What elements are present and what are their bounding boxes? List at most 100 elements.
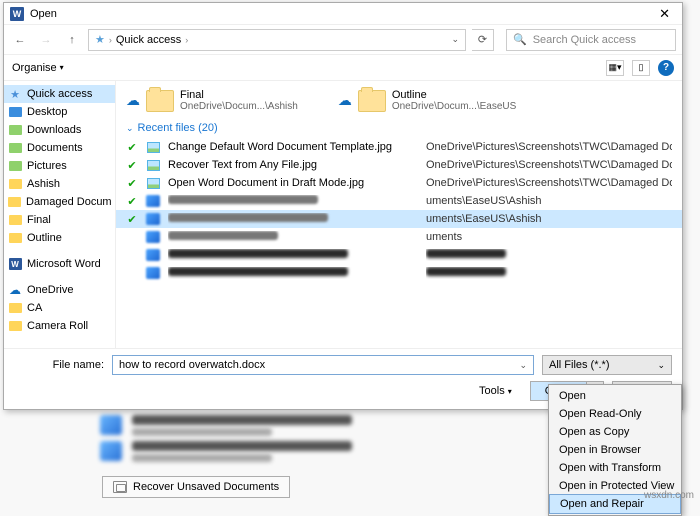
word-app-icon: W — [10, 7, 24, 21]
menu-item-open-readonly[interactable]: Open Read-Only — [549, 405, 681, 423]
file-row-redacted[interactable]: uments — [116, 228, 682, 246]
sidebar-item-damaged[interactable]: Damaged Docum — [4, 193, 115, 211]
chevron-down-icon[interactable]: ⌄ — [519, 360, 527, 371]
sidebar: ★Quick access Desktop Downloads Document… — [4, 81, 116, 348]
menu-item-open[interactable]: Open — [549, 387, 681, 405]
sidebar-item-onedrive[interactable]: ☁OneDrive — [4, 281, 115, 299]
sidebar-item-ca[interactable]: CA — [4, 299, 115, 317]
recent-files-header[interactable]: ⌄ Recent files (20) — [116, 118, 682, 138]
blur-icon — [146, 195, 160, 207]
image-file-icon — [146, 159, 160, 171]
star-icon: ★ — [8, 88, 22, 100]
folder-icon — [146, 90, 174, 112]
up-button[interactable]: ↑ — [62, 29, 82, 51]
search-placeholder: Search Quick access — [533, 34, 636, 46]
back-button[interactable]: ← — [10, 29, 30, 51]
navbar: ← → ↑ ★ › Quick access › ⌄ ⟳ 🔍 Search Qu… — [4, 25, 682, 55]
view-mode-button[interactable]: ▦▾ — [606, 60, 624, 76]
pictures-icon — [8, 160, 22, 172]
desktop-icon — [8, 106, 22, 118]
synced-icon: ✔ — [126, 141, 138, 154]
sidebar-item-downloads[interactable]: Downloads — [4, 121, 115, 139]
file-filter-dropdown[interactable]: All Files (*.*) ⌄ — [542, 355, 672, 375]
image-file-icon — [146, 141, 160, 153]
window-title: Open — [30, 8, 57, 20]
sidebar-item-final[interactable]: Final — [4, 211, 115, 229]
chevron-right-icon: › — [185, 35, 188, 45]
background-list — [100, 412, 520, 464]
organise-menu[interactable]: Organise ▾ — [12, 62, 64, 74]
background-item — [100, 412, 520, 438]
file-row[interactable]: ✔Recover Text from Any File.jpgOneDrive\… — [116, 156, 682, 174]
sidebar-item-word[interactable]: WMicrosoft Word — [4, 255, 115, 273]
toolbar: Organise ▾ ▦▾ ▯ ? — [4, 55, 682, 81]
address-bar[interactable]: ★ › Quick access › ⌄ — [88, 29, 466, 51]
refresh-button[interactable]: ⟳ — [472, 29, 494, 51]
sidebar-item-camera-roll[interactable]: Camera Roll — [4, 317, 115, 335]
blur-icon — [100, 441, 122, 461]
background-item — [100, 438, 520, 464]
recover-unsaved-button[interactable]: Recover Unsaved Documents — [102, 476, 290, 498]
menu-item-open-in-browser[interactable]: Open in Browser — [549, 441, 681, 459]
path-segment: Quick access — [116, 34, 181, 46]
open-dialog: W Open ✕ ← → ↑ ★ › Quick access › ⌄ ⟳ 🔍 … — [3, 2, 683, 410]
forward-button[interactable]: → — [36, 29, 56, 51]
sidebar-item-pictures[interactable]: Pictures — [4, 157, 115, 175]
file-row[interactable]: ✔Open Word Document in Draft Mode.jpgOne… — [116, 174, 682, 192]
file-row-redacted[interactable]: ✔uments\EaseUS\Ashish — [116, 210, 682, 228]
close-button[interactable]: ✕ — [653, 6, 676, 22]
image-file-icon — [146, 177, 160, 189]
sidebar-item-outline[interactable]: Outline — [4, 229, 115, 247]
folder-icon — [8, 302, 22, 314]
synced-icon: ✔ — [126, 213, 138, 226]
blur-icon — [146, 249, 160, 261]
folder-icon — [8, 232, 22, 244]
file-row-redacted[interactable]: ✔uments\EaseUS\Ashish — [116, 192, 682, 210]
cloud-icon: ☁ — [8, 284, 22, 296]
folder-icon — [8, 178, 22, 190]
watermark: wsxdn.com — [644, 490, 694, 501]
recover-label: Recover Unsaved Documents — [133, 481, 279, 493]
folder-icon — [8, 196, 21, 208]
blur-icon — [146, 213, 160, 225]
cloud-sync-icon: ☁ — [126, 92, 140, 109]
word-icon: W — [8, 258, 22, 270]
file-row-redacted[interactable] — [116, 246, 682, 264]
sidebar-item-desktop[interactable]: Desktop — [4, 103, 115, 121]
chevron-down-icon: ⌄ — [657, 360, 665, 371]
chevron-down-icon: ⌄ — [126, 123, 134, 134]
sidebar-item-quick-access[interactable]: ★Quick access — [4, 85, 115, 103]
blur-icon — [100, 415, 122, 435]
preview-pane-button[interactable]: ▯ — [632, 60, 650, 76]
filename-label: File name: — [14, 359, 104, 371]
file-pane: ☁ FinalOneDrive\Docum...\Ashish ☁ Outlin… — [116, 81, 682, 348]
folder-icon — [358, 90, 386, 112]
pinned-folder-final[interactable]: ☁ FinalOneDrive\Docum...\Ashish — [126, 89, 298, 112]
blur-icon — [146, 231, 160, 243]
sidebar-item-ashish[interactable]: Ashish — [4, 175, 115, 193]
chevron-down-icon[interactable]: ⌄ — [451, 34, 459, 45]
tools-menu[interactable]: Tools ▾ — [479, 385, 512, 397]
synced-icon: ✔ — [126, 159, 138, 172]
pinned-folders: ☁ FinalOneDrive\Docum...\Ashish ☁ Outlin… — [116, 81, 682, 118]
recover-icon — [113, 481, 127, 493]
synced-icon: ✔ — [126, 195, 138, 208]
folder-icon — [8, 320, 22, 332]
help-icon[interactable]: ? — [658, 60, 674, 76]
menu-item-open-as-copy[interactable]: Open as Copy — [549, 423, 681, 441]
search-icon: 🔍 — [513, 33, 527, 46]
titlebar: W Open ✕ — [4, 3, 682, 25]
pinned-folder-outline[interactable]: ☁ OutlineOneDrive\Docum...\EaseUS — [338, 89, 517, 112]
blur-icon — [146, 267, 160, 279]
file-row-redacted[interactable] — [116, 264, 682, 282]
sidebar-item-documents[interactable]: Documents — [4, 139, 115, 157]
quick-access-icon: ★ — [95, 33, 105, 46]
downloads-icon — [8, 124, 22, 136]
synced-icon: ✔ — [126, 177, 138, 190]
filename-input[interactable]: how to record overwatch.docx ⌄ — [112, 355, 534, 375]
documents-icon — [8, 142, 22, 154]
folder-icon — [8, 214, 22, 226]
search-input[interactable]: 🔍 Search Quick access — [506, 29, 676, 51]
file-row[interactable]: ✔Change Default Word Document Template.j… — [116, 138, 682, 156]
menu-item-open-with-transform[interactable]: Open with Transform — [549, 459, 681, 477]
